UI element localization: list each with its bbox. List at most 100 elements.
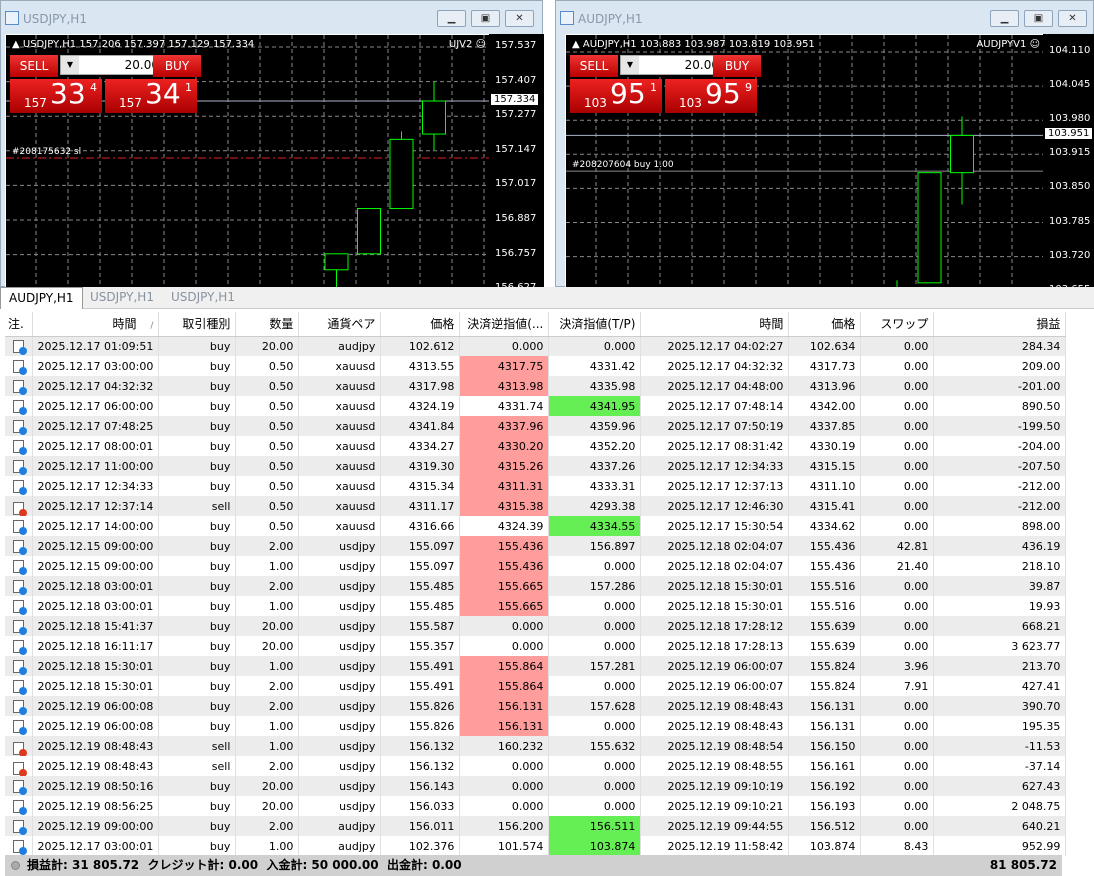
open-price-cell: 4311.17 bbox=[380, 496, 461, 516]
tab-usdjpy[interactable]: USDJPY,H1 bbox=[82, 287, 162, 309]
take-profit-cell: 0.000 bbox=[548, 756, 642, 776]
column-header[interactable]: 価格 bbox=[380, 312, 461, 337]
axis-label: 103.915 bbox=[1049, 147, 1091, 159]
buy-order-icon bbox=[12, 479, 27, 495]
type-cell: buy bbox=[158, 656, 237, 676]
symbol-cell: xauusd bbox=[298, 516, 382, 536]
buy-button[interactable]: BUY bbox=[713, 55, 761, 77]
bid-prefix: 157 bbox=[24, 96, 47, 110]
bid-price[interactable]: 157 33 4 bbox=[10, 77, 102, 113]
table-row[interactable]: 2025.12.17 11:00:00 buy 0.50 xauusd 4319.30 4… bbox=[5, 456, 1067, 476]
lot-decrease-button[interactable]: ▼ bbox=[621, 56, 639, 74]
swap-cell: 21.40 bbox=[860, 556, 935, 576]
take-profit-cell: 4359.96 bbox=[548, 416, 642, 436]
column-header[interactable]: 決済指値(T/P) bbox=[548, 312, 642, 337]
table-row[interactable]: 2025.12.19 08:48:43 sell 2.00 usdjpy 156.132… bbox=[5, 756, 1067, 776]
swap-cell: 0.00 bbox=[860, 636, 935, 656]
minimize-button[interactable]: ▁ bbox=[437, 10, 466, 27]
table-row[interactable]: 2025.12.19 08:50:16 buy 20.00 usdjpy 156.143… bbox=[5, 776, 1067, 796]
table-row[interactable]: 2025.12.17 03:00:00 buy 0.50 xauusd 4313.55 4… bbox=[5, 356, 1067, 376]
open-time-cell: 2025.12.19 08:48:43 bbox=[32, 736, 160, 756]
stop-loss-cell: 101.574 bbox=[459, 836, 550, 856]
minimize-button[interactable]: ▁ bbox=[990, 10, 1019, 27]
table-row[interactable]: 2025.12.17 04:32:32 buy 0.50 xauusd 4317.98 4… bbox=[5, 376, 1067, 396]
column-header[interactable]: 価格 bbox=[788, 312, 862, 337]
price-chart[interactable]: ▲ AUDJPY,H1 103.883 103.987 103.819 103.… bbox=[565, 34, 1045, 288]
sell-button[interactable]: SELL bbox=[10, 55, 58, 77]
order-type-cell bbox=[5, 336, 33, 356]
close-time-cell: 2025.12.19 08:48:55 bbox=[640, 756, 790, 776]
volume-cell: 20.00 bbox=[235, 796, 300, 816]
stop-loss-cell: 155.436 bbox=[459, 556, 550, 576]
table-row[interactable]: 2025.12.19 09:00:00 buy 2.00 audjpy 156.011 1… bbox=[5, 816, 1067, 836]
table-row[interactable]: 2025.12.18 15:30:01 buy 2.00 usdjpy 155.491 1… bbox=[5, 676, 1067, 696]
axis-label: 156.757 bbox=[495, 247, 537, 259]
column-header[interactable]: 注. bbox=[5, 312, 33, 337]
column-header[interactable]: 通貨ペア bbox=[298, 312, 382, 337]
table-row[interactable]: 2025.12.18 03:00:01 buy 2.00 usdjpy 155.485 1… bbox=[5, 576, 1067, 596]
ask-price[interactable]: 157 34 1 bbox=[105, 77, 197, 113]
price-chart[interactable]: ▲ USDJPY,H1 157.206 157.397 157.129 157.… bbox=[5, 34, 491, 288]
table-row[interactable]: 2025.12.19 08:56:25 buy 20.00 usdjpy 156.033… bbox=[5, 796, 1067, 816]
table-row[interactable]: 2025.12.17 08:00:01 buy 0.50 xauusd 4334.27 4… bbox=[5, 436, 1067, 456]
total-profit: 81 805.72 bbox=[989, 858, 1057, 872]
table-row[interactable]: 2025.12.19 08:48:43 sell 1.00 usdjpy 156.132… bbox=[5, 736, 1067, 756]
lot-value[interactable]: 20.00 bbox=[641, 56, 719, 74]
stop-loss-cell: 155.864 bbox=[459, 676, 550, 696]
column-header-label: 決済逆指値(... bbox=[467, 317, 544, 332]
ask-big: 34 bbox=[145, 77, 181, 110]
close-price-cell: 155.824 bbox=[788, 676, 862, 696]
order-type-cell bbox=[5, 656, 33, 676]
table-row[interactable]: 2025.12.18 03:00:01 buy 1.00 usdjpy 155.485 1… bbox=[5, 596, 1067, 616]
column-header[interactable]: 損益 bbox=[933, 312, 1067, 337]
sell-button[interactable]: SELL bbox=[570, 55, 618, 77]
type-cell: buy bbox=[158, 676, 237, 696]
tab-usdjpy-2[interactable]: USDJPY,H1 bbox=[163, 287, 243, 309]
order-type-cell bbox=[5, 816, 33, 836]
chart-tabs: AUDJPY,H1 USDJPY,H1 USDJPY,H1 bbox=[0, 287, 1094, 309]
column-header[interactable]: 時間 bbox=[640, 312, 790, 337]
table-row[interactable]: 2025.12.17 03:00:01 buy 1.00 audjpy 102.376 1… bbox=[5, 836, 1067, 856]
table-row[interactable]: 2025.12.17 14:00:00 buy 0.50 xauusd 4316.66 4… bbox=[5, 516, 1067, 536]
table-row[interactable]: 2025.12.18 15:30:01 buy 1.00 usdjpy 155.491 1… bbox=[5, 656, 1067, 676]
symbol-cell: usdjpy bbox=[298, 676, 382, 696]
table-row[interactable]: 2025.12.17 07:48:25 buy 0.50 xauusd 4341.84 4… bbox=[5, 416, 1067, 436]
table-row[interactable]: 2025.12.15 09:00:00 buy 2.00 usdjpy 155.097 1… bbox=[5, 536, 1067, 556]
order-type-cell bbox=[5, 536, 33, 556]
bid-price[interactable]: 103 95 1 bbox=[570, 77, 662, 113]
buy-order-icon bbox=[12, 659, 27, 675]
close-button[interactable]: ✕ bbox=[1058, 10, 1087, 27]
table-row[interactable]: 2025.12.17 12:37:14 sell 0.50 xauusd 4311.17… bbox=[5, 496, 1067, 516]
column-header[interactable]: 時間 / bbox=[32, 312, 160, 337]
tab-audjpy[interactable]: AUDJPY,H1 bbox=[0, 287, 83, 309]
take-profit-cell: 4335.98 bbox=[548, 376, 642, 396]
table-row[interactable]: 2025.12.19 06:00:08 buy 2.00 usdjpy 155.826 1… bbox=[5, 696, 1067, 716]
buy-button[interactable]: BUY bbox=[153, 55, 201, 77]
buy-order-icon bbox=[12, 599, 27, 615]
open-time-cell: 2025.12.18 15:41:37 bbox=[32, 616, 160, 636]
table-row[interactable]: 2025.12.18 15:41:37 buy 20.00 usdjpy 155.587… bbox=[5, 616, 1067, 636]
table-row[interactable]: 2025.12.19 06:00:08 buy 1.00 usdjpy 155.826 1… bbox=[5, 716, 1067, 736]
column-header[interactable]: 決済逆指値(... bbox=[459, 312, 550, 337]
column-header[interactable]: スワップ bbox=[860, 312, 935, 337]
column-header[interactable]: 取引種別 bbox=[158, 312, 237, 337]
order-type-cell bbox=[5, 756, 33, 776]
ask-price[interactable]: 103 95 9 bbox=[665, 77, 757, 113]
table-row[interactable]: 2025.12.15 09:00:00 buy 1.00 usdjpy 155.097 1… bbox=[5, 556, 1067, 576]
close-button[interactable]: ✕ bbox=[505, 10, 534, 27]
maximize-button[interactable]: ▣ bbox=[1024, 10, 1053, 27]
column-header[interactable]: 数量 bbox=[235, 312, 300, 337]
axis-label: 103.720 bbox=[1049, 249, 1091, 261]
table-row[interactable]: 2025.12.17 12:34:33 buy 0.50 xauusd 4315.34 4… bbox=[5, 476, 1067, 496]
close-price-cell: 4313.96 bbox=[788, 376, 862, 396]
close-time-cell: 2025.12.19 09:44:55 bbox=[640, 816, 790, 836]
table-row[interactable]: 2025.12.17 06:00:00 buy 0.50 xauusd 4324.19 4… bbox=[5, 396, 1067, 416]
lot-decrease-button[interactable]: ▼ bbox=[61, 56, 79, 74]
maximize-button[interactable]: ▣ bbox=[471, 10, 500, 27]
swap-cell: 0.00 bbox=[860, 776, 935, 796]
table-row[interactable]: 2025.12.17 01:09:51 buy 20.00 audjpy 102.612… bbox=[5, 336, 1067, 356]
profit-cell: -212.00 bbox=[933, 476, 1067, 496]
table-row[interactable]: 2025.12.18 16:11:17 buy 20.00 usdjpy 155.357… bbox=[5, 636, 1067, 656]
lot-value[interactable]: 20.00 bbox=[81, 56, 159, 74]
symbol-cell: usdjpy bbox=[298, 616, 382, 636]
